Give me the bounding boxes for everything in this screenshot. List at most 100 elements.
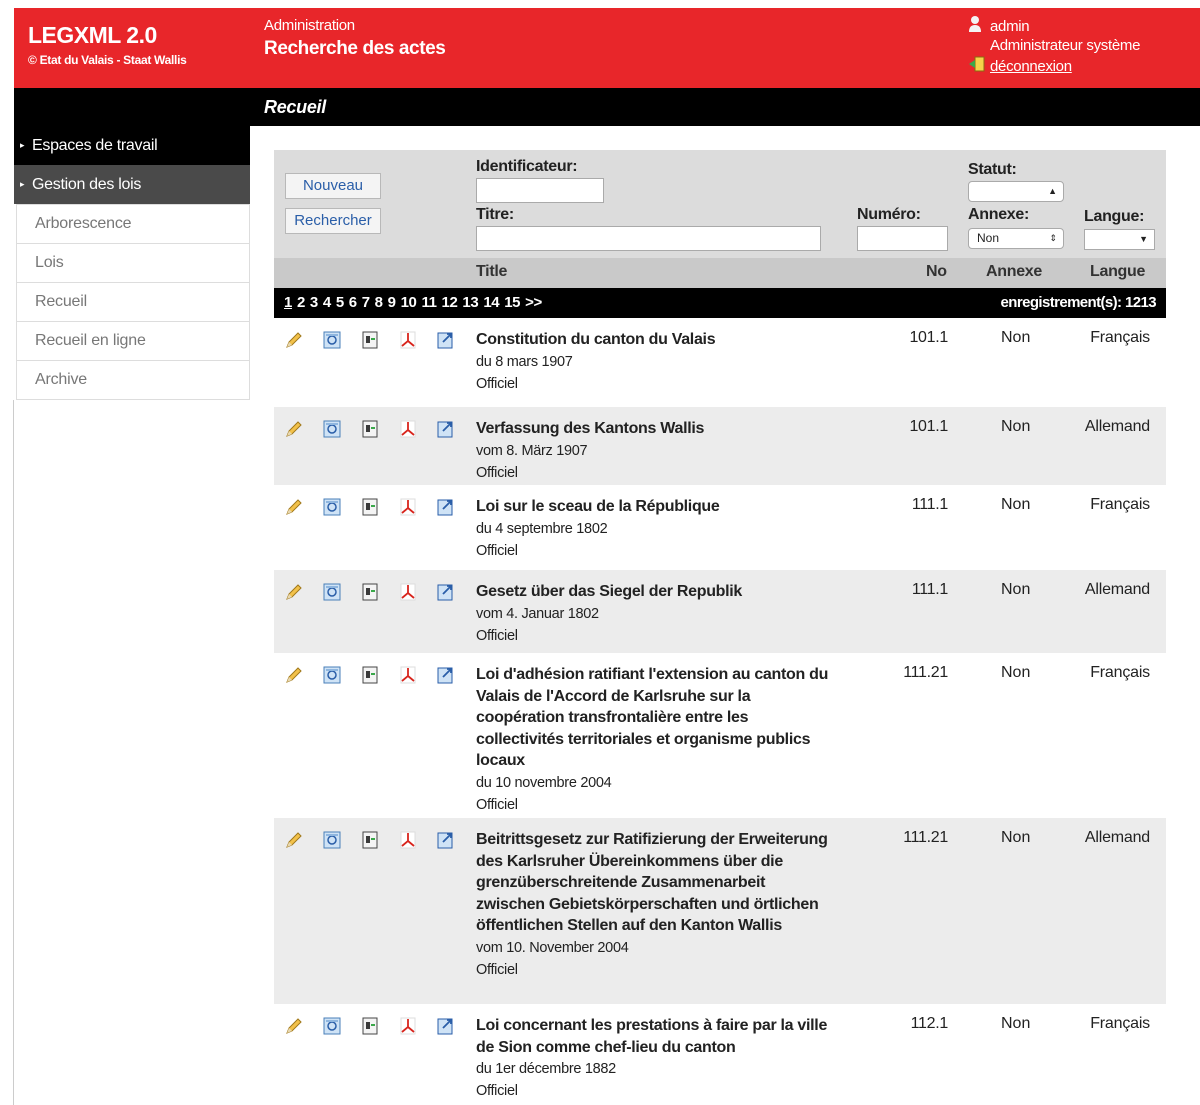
- app-title: LEGXML 2.0: [28, 22, 157, 48]
- logout-icon: [968, 56, 985, 76]
- act-title[interactable]: Verfassung des Kantons Wallis: [476, 420, 704, 437]
- column-header-title[interactable]: Title: [476, 263, 507, 281]
- chevron-down-icon: ▼: [1139, 234, 1148, 244]
- edit-pencil-icon[interactable]: [284, 830, 304, 850]
- edit-pencil-icon[interactable]: [284, 665, 304, 685]
- export-document-icon[interactable]: [436, 330, 456, 350]
- title-input[interactable]: [476, 226, 821, 251]
- export-document-icon[interactable]: [436, 665, 456, 685]
- export-document-icon[interactable]: [436, 582, 456, 602]
- act-date: du 8 mars 1907: [476, 353, 573, 370]
- pdf-icon[interactable]: [398, 497, 418, 517]
- view-document-icon[interactable]: [322, 830, 342, 850]
- act-date: du 10 novembre 2004: [476, 774, 612, 791]
- identifier-input[interactable]: [476, 178, 604, 203]
- pdf-icon[interactable]: [398, 830, 418, 850]
- xml-document-icon[interactable]: [360, 665, 380, 685]
- xml-document-icon[interactable]: [360, 830, 380, 850]
- pdf-icon[interactable]: [398, 330, 418, 350]
- next-pages-link[interactable]: >>: [525, 294, 542, 311]
- xml-document-icon[interactable]: [360, 419, 380, 439]
- edit-pencil-icon[interactable]: [284, 582, 304, 602]
- page-link[interactable]: 2: [297, 294, 305, 311]
- sidebar-group-label: Espaces de travail: [32, 137, 158, 154]
- edit-pencil-icon[interactable]: [284, 330, 304, 350]
- sidebar-item-lois[interactable]: Lois: [16, 244, 250, 283]
- page-link[interactable]: 5: [336, 294, 344, 311]
- act-title[interactable]: Loi d'adhésion ratifiant l'extension au …: [476, 666, 828, 769]
- view-document-icon[interactable]: [322, 582, 342, 602]
- act-title[interactable]: Beitrittsgesetz zur Ratifizierung der Er…: [476, 831, 828, 934]
- export-document-icon[interactable]: [436, 830, 456, 850]
- export-document-icon[interactable]: [436, 497, 456, 517]
- edit-pencil-icon[interactable]: [284, 1016, 304, 1036]
- edit-pencil-icon[interactable]: [284, 497, 304, 517]
- sidebar-group-workspaces[interactable]: ▸ Espaces de travail: [14, 126, 250, 165]
- sidebar-item-arborescence[interactable]: Arborescence: [16, 205, 250, 244]
- page-link[interactable]: 14: [483, 294, 499, 311]
- pdf-icon[interactable]: [398, 419, 418, 439]
- view-document-icon[interactable]: [322, 497, 342, 517]
- page-link[interactable]: 12: [442, 294, 458, 311]
- section-bar-title: Recueil: [264, 97, 326, 117]
- search-button[interactable]: Rechercher: [285, 208, 381, 234]
- search-form: Nouveau Rechercher Identificateur: Titre…: [274, 150, 1166, 258]
- act-title[interactable]: Loi sur le sceau de la République: [476, 498, 720, 515]
- act-title-cell: Gesetz über das Siegel der Republik vom 4…: [476, 581, 836, 647]
- view-document-icon[interactable]: [322, 1016, 342, 1036]
- act-date: vom 4. Januar 1802: [476, 605, 599, 622]
- record-count-label: enregistrement(s):: [1000, 294, 1123, 311]
- xml-document-icon[interactable]: [360, 582, 380, 602]
- page-link[interactable]: 6: [349, 294, 357, 311]
- column-header-annex[interactable]: Annexe: [986, 263, 1042, 281]
- pdf-icon[interactable]: [398, 582, 418, 602]
- language-select[interactable]: ▼: [1084, 229, 1155, 250]
- new-button[interactable]: Nouveau: [285, 173, 381, 199]
- act-annex: Non: [1001, 496, 1031, 513]
- act-language: Français: [1090, 496, 1150, 513]
- view-document-icon[interactable]: [322, 665, 342, 685]
- act-status: Officiel: [476, 796, 518, 813]
- page-link[interactable]: 1: [284, 294, 292, 311]
- page-link[interactable]: 4: [323, 294, 331, 311]
- page-link[interactable]: 13: [462, 294, 478, 311]
- page-link[interactable]: 9: [388, 294, 396, 311]
- export-document-icon[interactable]: [436, 419, 456, 439]
- pdf-icon[interactable]: [398, 665, 418, 685]
- xml-document-icon[interactable]: [360, 330, 380, 350]
- sidebar-group-law-management[interactable]: ▸ Gestion des lois: [14, 165, 250, 204]
- act-title-cell: Loi d'adhésion ratifiant l'extension au …: [476, 664, 836, 816]
- act-title[interactable]: Loi concernant les prestations à faire p…: [476, 1017, 827, 1056]
- page-edge-rule: [13, 400, 14, 1105]
- act-title[interactable]: Constitution du canton du Valais: [476, 331, 716, 348]
- number-input[interactable]: [857, 226, 948, 251]
- act-title[interactable]: Gesetz über das Siegel der Republik: [476, 583, 742, 600]
- xml-document-icon[interactable]: [360, 1016, 380, 1036]
- annex-select[interactable]: Non ⇕: [968, 228, 1064, 249]
- page-link[interactable]: 10: [401, 294, 417, 311]
- status-select[interactable]: ▲: [968, 181, 1064, 202]
- edit-pencil-icon[interactable]: [284, 419, 304, 439]
- page-link[interactable]: 3: [310, 294, 318, 311]
- sidebar-item-recueil-en-ligne[interactable]: Recueil en ligne: [16, 322, 250, 361]
- view-document-icon[interactable]: [322, 330, 342, 350]
- table-row: Loi d'adhésion ratifiant l'extension au …: [274, 653, 1166, 818]
- results-list: Constitution du canton du Valais du 8 mar…: [274, 318, 1166, 1104]
- act-number: 101.1: [909, 418, 948, 435]
- sidebar-item-recueil[interactable]: Recueil: [16, 283, 250, 322]
- view-document-icon[interactable]: [322, 419, 342, 439]
- page-link[interactable]: 15: [504, 294, 520, 311]
- sidebar-group-label: Gestion des lois: [32, 176, 142, 193]
- pdf-icon[interactable]: [398, 1016, 418, 1036]
- page-link[interactable]: 8: [375, 294, 383, 311]
- language-label: Langue:: [1084, 208, 1145, 225]
- xml-document-icon[interactable]: [360, 497, 380, 517]
- sidebar-item-archive[interactable]: Archive: [16, 361, 250, 400]
- page-link[interactable]: 7: [362, 294, 370, 311]
- column-header-no[interactable]: No: [926, 263, 947, 281]
- export-document-icon[interactable]: [436, 1016, 456, 1036]
- section-label[interactable]: Administration: [264, 17, 355, 34]
- page-link[interactable]: 11: [421, 294, 436, 311]
- logout-link[interactable]: déconnexion: [990, 58, 1072, 75]
- column-header-language[interactable]: Langue: [1090, 263, 1145, 281]
